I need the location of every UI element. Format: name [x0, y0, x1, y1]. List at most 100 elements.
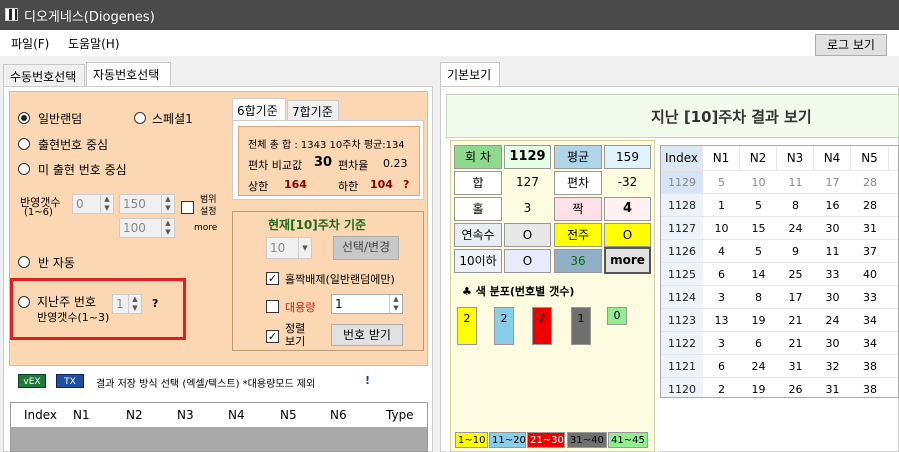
table-row[interactable]: 1128 1 5 8 16 28	[661, 193, 898, 217]
result-table-header[interactable]: N4	[228, 408, 245, 422]
deviation-value: 30	[314, 155, 333, 170]
history-header[interactable]: N3	[777, 146, 814, 170]
row-index: 1121	[661, 355, 703, 378]
excel-icon[interactable]: vEX	[18, 374, 46, 388]
radio-undrawn-center[interactable]	[18, 163, 30, 175]
stepper-arrows-icon[interactable]: ▲ ▼	[389, 295, 402, 313]
history-header[interactable]: N4	[814, 146, 851, 170]
more-button[interactable]: more	[604, 247, 651, 274]
tab-manual[interactable]: 수동번호선택	[3, 64, 85, 86]
avg-label: 평균	[554, 145, 602, 169]
bulk-stepper[interactable]: 1 ▲ ▼	[331, 294, 403, 314]
stepper-arrows-icon[interactable]: ▲ ▼	[128, 295, 141, 313]
history-header[interactable]: Index	[661, 146, 703, 170]
row-cell: 17	[825, 176, 840, 189]
history-header[interactable]: N5	[851, 146, 889, 170]
table-row[interactable]: 1121 6 24 31 32 38	[661, 354, 898, 378]
avg-value: 159	[604, 145, 651, 169]
radio-special1[interactable]	[134, 112, 146, 124]
tab-auto[interactable]: 자동번호선택	[86, 62, 171, 86]
table-row[interactable]: 1127 10 15 24 30 31	[661, 216, 898, 240]
row-cell: 14	[751, 268, 766, 281]
oddeven-exclude-label: 홀짝배제(일반랜덤에만)	[285, 273, 395, 286]
text-file-icon[interactable]: TX	[56, 374, 84, 388]
menu-help[interactable]: 도움말(H)	[68, 35, 120, 52]
tab-basic-view[interactable]: 기본보기	[440, 62, 500, 86]
table-row[interactable]: 1124 3 8 17 30 33	[661, 285, 898, 309]
row-cell: 19	[751, 314, 766, 327]
range-value-1: 150	[123, 197, 146, 211]
sort-view-checkbox[interactable]: ✓	[266, 330, 279, 343]
table-row[interactable]: 1125 6 14 25 33 40	[661, 262, 898, 286]
row-index: 1124	[661, 286, 703, 309]
result-table-header[interactable]: Index	[24, 408, 57, 422]
get-numbers-button[interactable]: 번호 받기	[331, 324, 403, 346]
result-table-header[interactable]: N6	[330, 408, 347, 422]
even-label: 짝	[554, 197, 602, 221]
reflect-count-value: 0	[76, 197, 84, 211]
table-row[interactable]: 1123 13 19 21 24 34	[661, 308, 898, 332]
row-cell: 38	[863, 360, 877, 373]
color-legend-item: 21~30	[527, 432, 565, 448]
label-special1: 스페셜1	[152, 112, 193, 126]
row-cell: 5	[755, 199, 762, 212]
history-header[interactable]: N2	[740, 146, 777, 170]
upper-label: 상한	[248, 180, 269, 193]
oddeven-exclude-checkbox[interactable]: ✓	[266, 272, 279, 285]
tab-seven-sum[interactable]: 7합기준	[287, 100, 339, 120]
row-index: 1120	[661, 378, 703, 397]
range-setting-checkbox[interactable]	[181, 201, 194, 214]
help-question[interactable]: ?	[152, 297, 158, 310]
history-table[interactable]: Index N1 N2 N3 N4 N5 1129 5 10 11 17 28 1128 1 5 8 16 28 1…	[660, 145, 899, 398]
row-cell: 21	[788, 314, 803, 327]
last-week-stepper[interactable]: 1 ▲ ▼	[112, 294, 142, 314]
row-cell: 1	[718, 199, 725, 212]
chevron-down-icon[interactable]: ▼	[298, 238, 311, 258]
radio-semi-auto[interactable]	[18, 256, 30, 268]
week-select[interactable]: 10 ▼	[266, 237, 312, 259]
radio-last-week[interactable]	[18, 296, 30, 308]
row-cell: 3	[718, 337, 725, 350]
range-stepper-2[interactable]: 100 ▲ ▼	[119, 218, 175, 238]
result-table-header[interactable]: N3	[177, 408, 194, 422]
result-table-header[interactable]: N2	[126, 408, 143, 422]
row-cell: 31	[863, 222, 877, 235]
row-index: 1128	[661, 194, 703, 217]
stepper-arrows-icon[interactable]: ▲ ▼	[100, 195, 113, 213]
log-view-button[interactable]: 로그 보기	[815, 34, 887, 56]
summary-question[interactable]: ?	[403, 178, 409, 191]
dev-label: 편차	[554, 171, 602, 195]
row-cell: 28	[863, 199, 877, 212]
select-change-button[interactable]: 선택/변경	[333, 236, 399, 260]
lower-value: 104	[370, 178, 393, 191]
row-cell: 21	[788, 337, 803, 350]
range-stepper-1[interactable]: 150 ▲ ▼	[119, 194, 175, 214]
row-cell: 31	[788, 360, 803, 373]
more-link[interactable]: more	[194, 223, 217, 233]
reflect-count-stepper[interactable]: 0 ▲ ▼	[72, 194, 114, 214]
table-row[interactable]: 1126 4 5 9 11 37	[661, 239, 898, 263]
history-header[interactable]: N1	[703, 146, 740, 170]
row-index: 1126	[661, 240, 703, 263]
table-row[interactable]: 1120 2 19 26 31 38	[661, 377, 898, 397]
row-cell: 19	[751, 383, 766, 396]
color-legend-item: 1~10	[455, 432, 488, 448]
stepper-arrows-icon[interactable]: ▲ ▼	[161, 195, 174, 213]
table-row[interactable]: 1122 3 6 21 30 34	[661, 331, 898, 355]
label-normal-random: 일반랜덤	[38, 112, 83, 126]
row-cell: 30	[825, 337, 840, 350]
radio-drawn-center[interactable]	[18, 138, 30, 150]
menu-file[interactable]: 파일(F)	[11, 35, 49, 52]
stepper-arrows-icon[interactable]: ▲ ▼	[161, 219, 174, 237]
result-table-header[interactable]: Type	[386, 408, 414, 422]
row-cell: 6	[718, 360, 725, 373]
bulk-value: 1	[335, 297, 343, 311]
round-value: 1129	[504, 145, 551, 169]
label-last-week-reflect: 반영갯수(1~3)	[37, 311, 110, 324]
radio-normal-random[interactable]	[18, 112, 30, 124]
bulk-checkbox[interactable]	[266, 300, 279, 313]
tab-six-sum[interactable]: 6합기준	[232, 98, 286, 120]
result-table-header[interactable]: N5	[280, 408, 297, 422]
table-row[interactable]: 1129 5 10 11 17 28	[661, 170, 898, 194]
result-table-header[interactable]: N1	[73, 408, 90, 422]
